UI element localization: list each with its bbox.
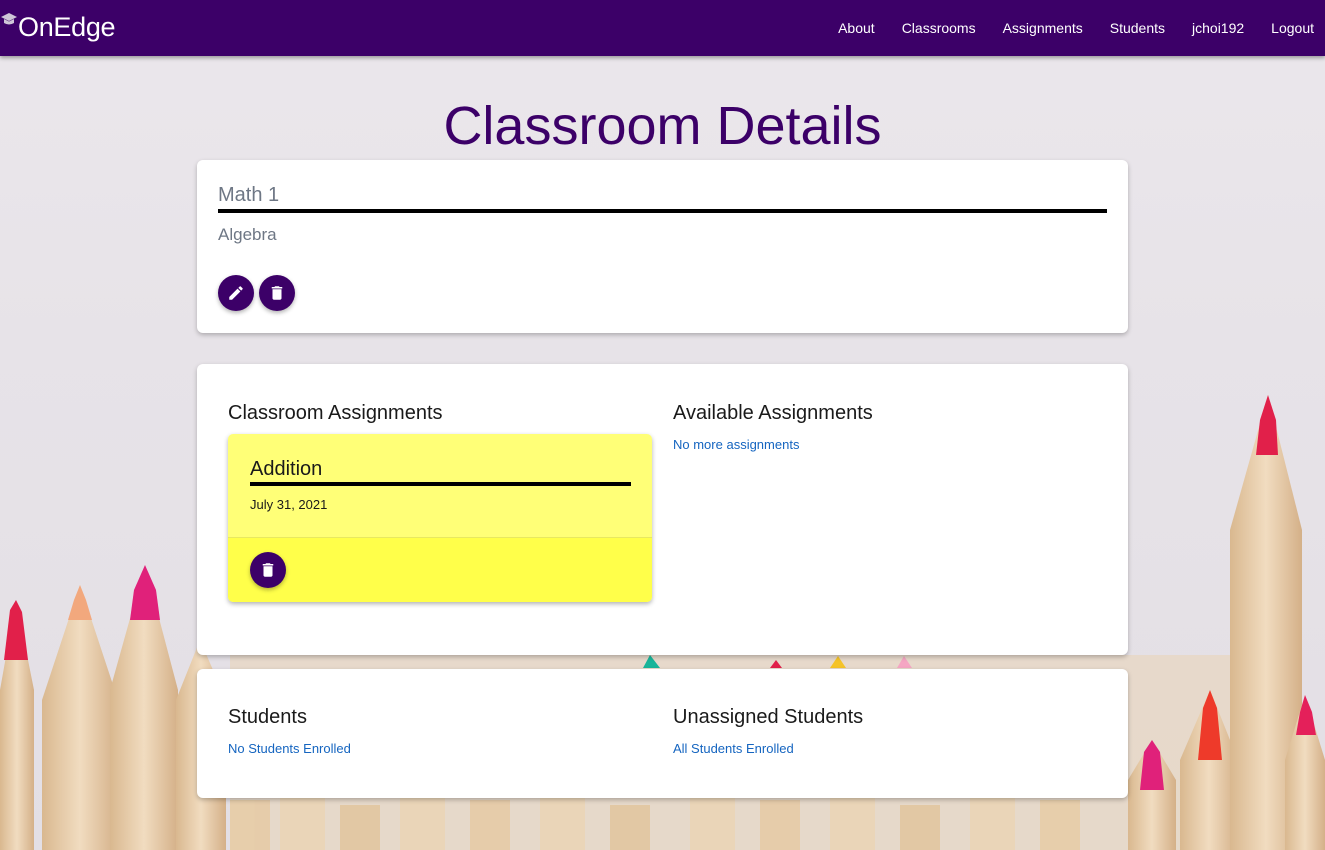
remove-assignment-button[interactable]: [250, 552, 286, 588]
students-card: Students No Students Enrolled Unassigned…: [197, 669, 1128, 798]
classroom-subject: Algebra: [218, 225, 277, 244]
trash-icon: [271, 286, 283, 300]
assignment-card: Addition July 31, 2021: [228, 434, 652, 602]
students-heading: Students: [228, 706, 307, 728]
top-navbar: OnEdge About Classrooms Assignments Stud…: [0, 0, 1325, 56]
nav-user-link[interactable]: jchoi192: [1192, 20, 1244, 36]
assignment-name: Addition: [250, 458, 631, 486]
brand-home-link[interactable]: OnEdge: [0, 10, 116, 46]
unassigned-students-heading: Unassigned Students: [673, 706, 864, 728]
nav-assignments-link[interactable]: Assignments: [1003, 20, 1083, 36]
nav-students-link[interactable]: Students: [1110, 20, 1165, 36]
assignments-card: Classroom Assignments Available Assignme…: [197, 364, 1128, 655]
edit-classroom-button[interactable]: [218, 275, 254, 311]
classroom-assignments-heading: Classroom Assignments: [228, 402, 443, 424]
delete-classroom-button[interactable]: [259, 275, 295, 311]
assignment-card-header: Addition July 31, 2021: [228, 434, 652, 537]
nav-about-link[interactable]: About: [838, 20, 875, 36]
nav-logout-link[interactable]: Logout: [1271, 20, 1314, 36]
classroom-name: Math 1: [218, 184, 1107, 213]
page-title: Classroom Details: [443, 96, 882, 156]
graduation-cap-icon: [1, 13, 17, 25]
pencil-icon: [229, 286, 243, 300]
no-students-enrolled-text[interactable]: No Students Enrolled: [228, 741, 351, 756]
assignment-card-actions: [228, 537, 652, 602]
brand-name: OnEdge: [18, 12, 116, 42]
nav-links: About Classrooms Assignments Students jc…: [838, 0, 1325, 56]
no-more-assignments-text[interactable]: No more assignments: [673, 437, 799, 452]
available-assignments-heading: Available Assignments: [673, 402, 873, 424]
all-students-enrolled-text[interactable]: All Students Enrolled: [673, 741, 794, 756]
assignment-date: July 31, 2021: [250, 497, 328, 512]
trash-icon: [262, 563, 274, 577]
nav-classrooms-link[interactable]: Classrooms: [902, 20, 976, 36]
classroom-card: Math 1 Algebra: [197, 160, 1128, 333]
